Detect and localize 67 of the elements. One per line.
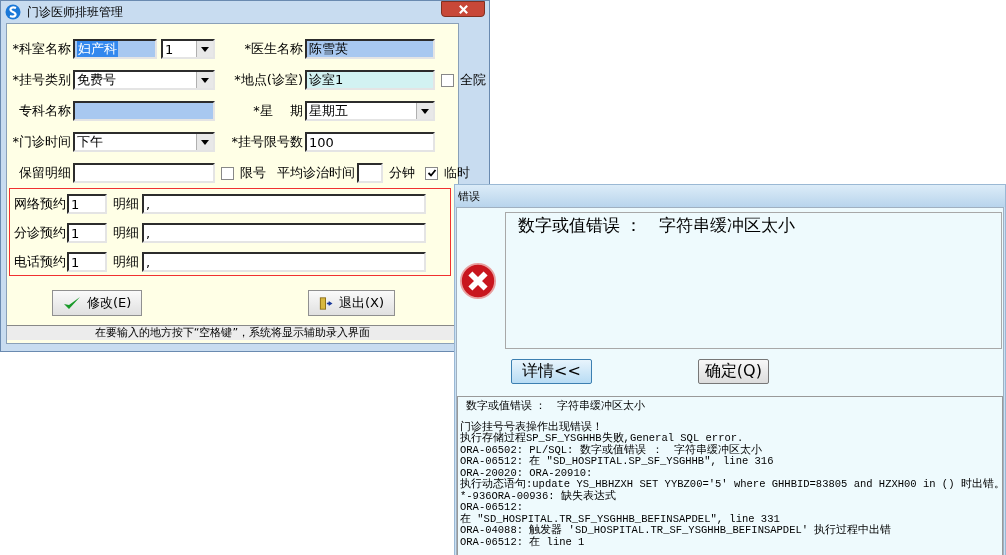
field-label: *地点(诊室) (234, 71, 303, 89)
field-label: 专科名称 (19, 102, 71, 120)
window-title: 门诊医师排班管理 (27, 3, 123, 21)
input-field[interactable] (73, 163, 215, 183)
app-logo-icon (5, 4, 21, 20)
checkmark-icon (63, 295, 81, 311)
door-exit-icon (318, 295, 333, 311)
dropdown-arrow-icon (201, 46, 209, 52)
dropdown-field[interactable]: 星期五 (305, 101, 435, 121)
details-line: ORA-06512: (460, 502, 524, 513)
dropdown-arrow-icon (201, 77, 209, 83)
details-line: *-936ORA-00936: 缺失表达式 (460, 490, 617, 502)
checkmark-icon (426, 168, 437, 178)
input-field[interactable]: 1 (67, 223, 107, 243)
field-label: *科室名称 (12, 40, 71, 58)
field-label: 平均诊治时间 (277, 164, 355, 182)
ok-button[interactable]: 确定(Q) (697, 359, 769, 384)
close-icon (457, 3, 469, 15)
input-field[interactable]: 陈雪英 (305, 39, 435, 59)
details-line: 数字或值错误 ： 字符串缓冲区太小 (466, 400, 647, 412)
input-field[interactable]: 妇产科 (73, 39, 157, 59)
error-message: 数字或值错误 ： 字符串缓冲区太小 (518, 215, 796, 235)
checkbox[interactable]: 临时 (425, 164, 470, 182)
field-label: 分诊预约 (14, 224, 66, 242)
close-button[interactable] (441, 1, 485, 17)
exit-button[interactable]: 退出(X) (307, 290, 395, 316)
dropdown-field[interactable]: 1 (161, 39, 215, 59)
details-line: ORA-06502: PL/SQL: 数字或值错误 ： 字符串缓冲区太小 (460, 444, 764, 456)
field-label: 保留明细 (19, 164, 71, 182)
details-line: ORA-04088: 触发器 'SD_HOSPITAL.TR_SF_YSGHHB_BEFINSAPDEL' 执行过程中出错 (460, 525, 893, 536)
field-label: *挂号类别 (12, 71, 71, 89)
input-field[interactable]: , (142, 252, 426, 272)
details-line: ORA-20020: ORA-20910: (460, 467, 594, 479)
field-label: *医生名称 (244, 40, 303, 58)
dropdown-arrow-icon (201, 139, 209, 145)
checkbox[interactable]: 限号 (221, 164, 266, 182)
field-label: 明细 (113, 224, 139, 242)
field-label: 分钟 (389, 164, 415, 182)
dropdown-arrow-icon (421, 108, 429, 114)
modify-button[interactable]: 修改(E) (52, 290, 143, 316)
dropdown-field[interactable]: 下午 (73, 132, 215, 152)
details-line: ORA-06512: 在 line 1 (460, 536, 586, 548)
field-label: *挂号限号数 (231, 133, 303, 151)
field-label: 明细 (113, 253, 139, 271)
input-field[interactable]: 100 (305, 132, 435, 152)
input-field[interactable]: , (142, 194, 426, 214)
details-line: 执行动态语句:update YS_HBHZXH SET YYBZ00='5' where GHHBID=83805 and HZXH00 in () 时出错。 (460, 479, 1000, 491)
dialog-title: 错误 (458, 188, 480, 204)
dropdown-field[interactable]: 免费号 (73, 70, 215, 90)
input-field[interactable] (73, 101, 215, 121)
input-field[interactable]: 1 (67, 194, 107, 214)
checkbox[interactable]: 全院 (441, 71, 486, 89)
field-label: 网络预约 (14, 195, 66, 213)
field-label: *门诊时间 (12, 133, 71, 151)
details-line: 在 "SD_HOSPITAL.TR_SF_YSGHHB_BEFINSAPDEL", line 331 (460, 513, 781, 525)
field-label: 明细 (113, 195, 139, 213)
details-button[interactable]: 详情<< (511, 359, 592, 384)
field-label: 电话预约 (14, 253, 66, 271)
details-line: 执行存储过程SP_SF_YSGHHB失败,General SQL error. (460, 433, 745, 444)
error-icon (459, 261, 497, 300)
input-field[interactable]: 诊室1 (305, 70, 435, 90)
field-label: *星 期 (253, 102, 303, 120)
input-field[interactable] (357, 163, 383, 183)
input-field[interactable]: , (142, 223, 426, 243)
details-line: 门诊挂号号表操作出现错误！ (460, 421, 603, 433)
input-field[interactable]: 1 (67, 252, 107, 272)
details-line: ORA-06512: 在 "SD_HOSPITAL.SP_SF_YSGHHB", line 316 (460, 456, 775, 468)
